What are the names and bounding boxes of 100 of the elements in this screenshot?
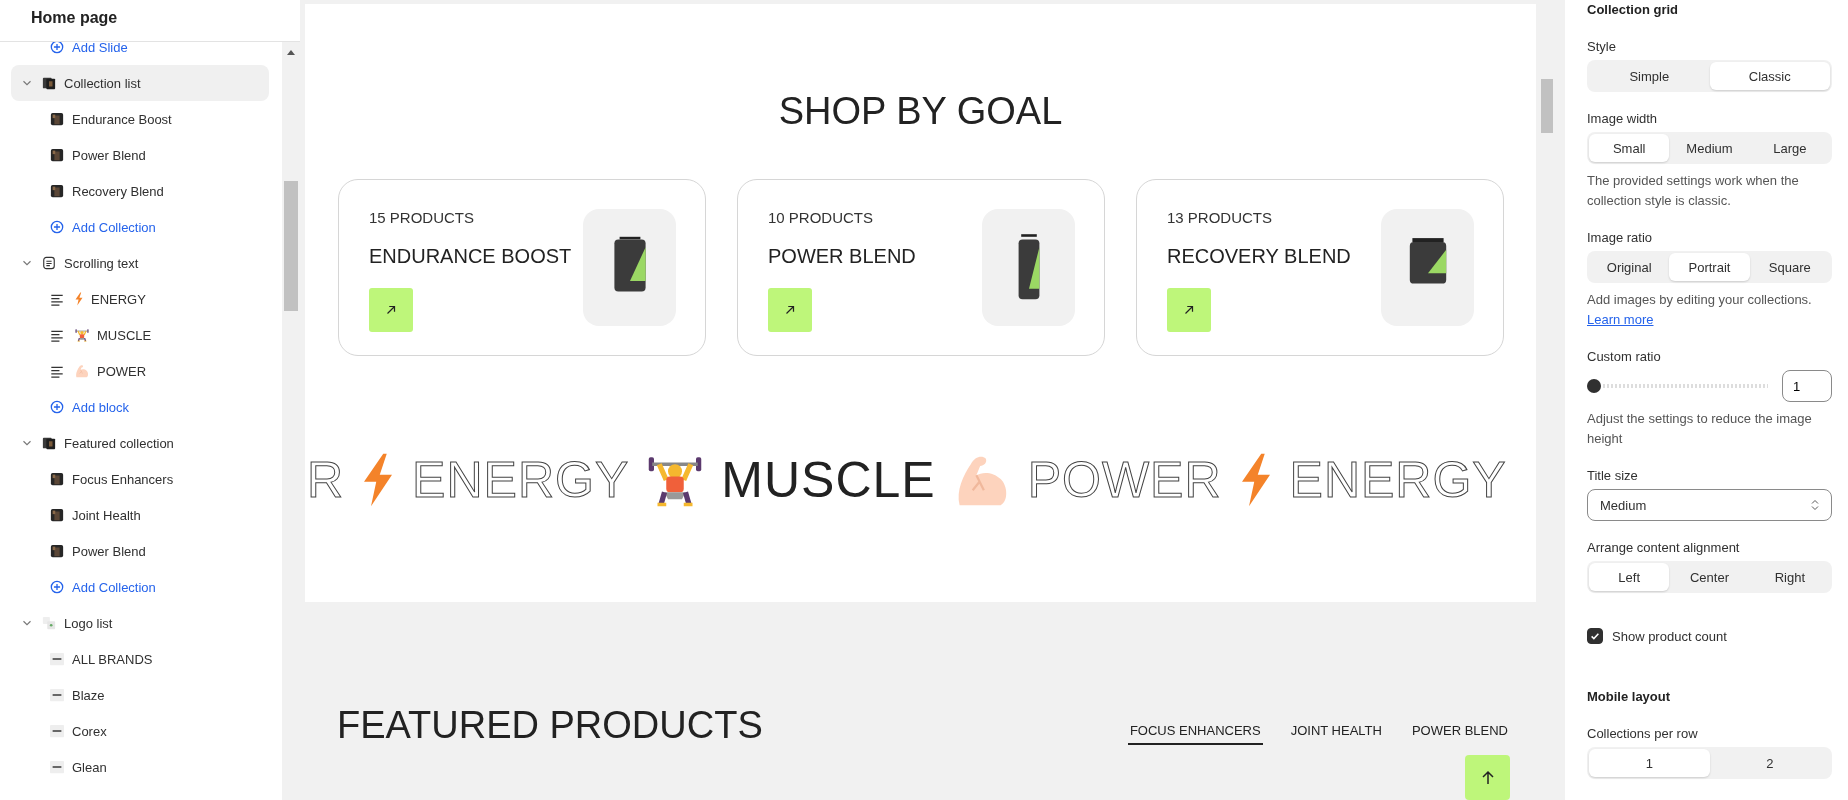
thumbnail-icon	[50, 472, 64, 486]
segment-option[interactable]: Portrait	[1669, 253, 1750, 281]
text-lines-icon	[50, 292, 64, 306]
scrolling-text: ENERGY	[1289, 455, 1507, 505]
thumbnail-icon	[50, 544, 64, 558]
weightlifter-icon	[75, 328, 89, 342]
setting-label: Arrange content alignment	[1587, 540, 1741, 555]
tree-section[interactable]: Scrolling text	[11, 245, 269, 281]
help-text: The provided settings work when the collection style is classic.	[1587, 173, 1799, 208]
tree-item[interactable]: Blaze	[11, 677, 269, 713]
tree-item[interactable]: Add Slide	[11, 42, 269, 65]
thumbnail-icon	[50, 184, 64, 198]
scrolling-text: ENERGY	[412, 455, 630, 505]
learn-more-link[interactable]: Learn more	[1587, 312, 1654, 327]
segmented-control[interactable]: Original Portrait Square	[1587, 251, 1832, 283]
number-field[interactable]: 1	[1782, 370, 1832, 402]
add-icon	[50, 220, 64, 234]
scrolling-text: MUSCLE	[721, 455, 936, 505]
help-text: Add images by editing your collections.	[1587, 292, 1812, 307]
segmented-control[interactable]: 1 2	[1587, 747, 1832, 779]
setting-label: Image width	[1587, 111, 1659, 126]
thumbnail-icon	[42, 436, 56, 450]
collection-tab[interactable]: JOINT HEALTH	[1288, 723, 1384, 745]
add-icon	[50, 580, 64, 594]
tree-item[interactable]: Glean	[11, 749, 269, 785]
thumbnail-icon	[50, 148, 64, 162]
tree-item[interactable]: Power Blend	[11, 137, 269, 173]
dropdown[interactable]: Medium	[1587, 489, 1832, 521]
tree-item[interactable]: Focus Enhancers	[11, 461, 269, 497]
lightning-icon	[1239, 452, 1272, 508]
tree-item[interactable]: Recovery Blend	[11, 173, 269, 209]
collection-tab[interactable]: POWER BLEND	[1409, 723, 1510, 745]
segmented-control[interactable]: Simple Classic	[1587, 60, 1832, 92]
section-heading: FEATURED PRODUCTS	[337, 704, 763, 747]
help-text: Adjust the settings to reduce the image height	[1587, 411, 1812, 446]
thumbnail-icon	[50, 508, 64, 522]
collection-tab[interactable]: FOCUS ENHANCERS	[1127, 723, 1263, 745]
scroll-top-button[interactable]	[1465, 755, 1510, 800]
segment-option[interactable]: Center	[1669, 563, 1750, 591]
tree-item[interactable]: Add Collection	[11, 209, 269, 245]
collection-card[interactable]: 10 PRODUCTS POWER BLEND	[737, 179, 1105, 356]
panel-heading: Collection grid	[1587, 2, 1679, 17]
panel-heading: Mobile layout	[1587, 689, 1672, 704]
segmented-control[interactable]: Left Center Right	[1587, 561, 1832, 593]
tree-item[interactable]: POWER	[11, 353, 269, 389]
segment-option[interactable]: Small	[1589, 134, 1670, 162]
segmented-control[interactable]: Small Medium Large	[1587, 132, 1832, 164]
segment-option[interactable]: Square	[1749, 253, 1830, 281]
segment-option[interactable]: Large	[1749, 134, 1830, 162]
tree-item[interactable]: Joint Health	[11, 497, 269, 533]
segment-option[interactable]: Classic	[1709, 62, 1830, 90]
logo-thumbnail-icon	[50, 724, 64, 738]
segment-option[interactable]: Medium	[1669, 134, 1750, 162]
tree-item[interactable]: Endurance Boost	[11, 101, 269, 137]
add-icon	[50, 400, 64, 414]
segment-option[interactable]: 2	[1709, 749, 1830, 777]
text-lines-icon	[50, 364, 64, 378]
segment-option[interactable]: Left	[1589, 563, 1670, 591]
collection-card[interactable]: 15 PRODUCTS ENDURANCE BOOST	[338, 179, 706, 356]
tree-item[interactable]: Corex	[11, 713, 269, 749]
logo-thumbnail-icon	[50, 652, 64, 666]
segment-option[interactable]: 1	[1589, 749, 1710, 777]
tree-section[interactable]: Logo list	[11, 605, 269, 641]
setting-label: Title size	[1587, 468, 1639, 483]
segment-option[interactable]: Simple	[1589, 62, 1710, 90]
product-count: 13 PRODUCTS	[1167, 209, 1274, 226]
collection-card[interactable]: 13 PRODUCTS RECOVERY BLEND	[1136, 179, 1504, 356]
scrollbar[interactable]	[282, 42, 300, 800]
tree-item[interactable]: Add Collection	[11, 569, 269, 605]
text-lines-icon	[50, 328, 64, 342]
slider-thumb[interactable]	[1587, 379, 1601, 393]
lightning-icon	[362, 452, 395, 508]
lightning-icon	[75, 292, 83, 306]
setting-label: Custom ratio	[1587, 349, 1662, 364]
tree-section[interactable]: Collection list	[11, 65, 269, 101]
tree-item[interactable]: ENERGY	[11, 281, 269, 317]
tree-item[interactable]: Power Blend	[11, 533, 269, 569]
tree-section[interactable]: Featured collection	[11, 425, 269, 461]
tree-item[interactable]: ALL BRANDS	[11, 641, 269, 677]
segment-option[interactable]: Original	[1589, 253, 1670, 281]
checkbox[interactable]	[1587, 628, 1603, 644]
collection-title[interactable]: ENDURANCE BOOST	[369, 245, 572, 268]
logo-thumbnail-icon	[42, 616, 56, 630]
tree-item[interactable]: Add block	[11, 389, 269, 425]
text-block-icon	[42, 256, 56, 270]
setting-label: Style	[1587, 39, 1617, 54]
collection-title[interactable]: POWER BLEND	[768, 245, 916, 268]
collection-title[interactable]: RECOVERY BLEND	[1167, 245, 1351, 268]
product-count: 15 PRODUCTS	[369, 209, 476, 226]
scrollbar-thumb[interactable]	[1541, 79, 1553, 133]
scroll-up-icon[interactable]	[287, 50, 295, 55]
thumbnail-icon	[42, 76, 56, 90]
logo-thumbnail-icon	[50, 760, 64, 774]
chevron-updown-icon	[1809, 498, 1821, 512]
scrollbar-thumb[interactable]	[284, 181, 298, 311]
scrolling-text: R	[307, 455, 345, 505]
setting-label: Image ratio	[1587, 230, 1654, 245]
segment-option[interactable]: Right	[1749, 563, 1830, 591]
thumbnail-icon	[50, 112, 64, 126]
tree-item[interactable]: MUSCLE	[11, 317, 269, 353]
